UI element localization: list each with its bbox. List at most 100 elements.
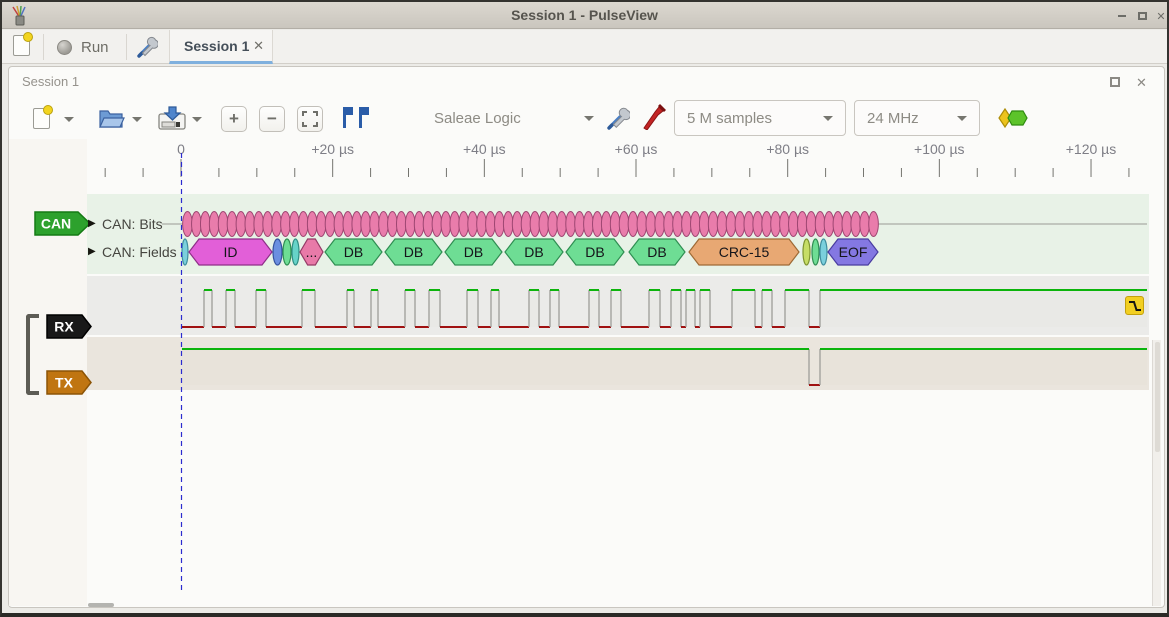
new-file-dropdown-arrow[interactable] [64,117,74,122]
can-bit [548,212,558,237]
application-window: Session 1 - PulseView ✕ Run Session 1 ✕ … [0,0,1169,617]
can-bit [815,212,825,237]
tx-channel-tag[interactable]: TX [46,370,93,395]
rx-wave-pulse [429,290,440,327]
new-session-button[interactable] [13,35,30,56]
can-bit [593,212,603,237]
device-selector-value: Saleae Logic [434,110,521,127]
rx-wave-pulse [671,290,681,327]
can-bit [735,212,745,237]
can-bit [833,212,843,237]
close-icon[interactable]: ✕ [1153,8,1169,24]
horizontal-scrollbar-handle[interactable] [88,603,114,607]
can-bit [664,212,674,237]
sample-rate-combo[interactable]: 24 MHz [854,100,980,136]
can-field [283,239,291,265]
can-bit [637,212,647,237]
can-bit [468,212,478,237]
can-field-label: CRC-15 [719,244,770,260]
new-file-button[interactable] [26,104,56,132]
run-button[interactable]: Run [57,34,109,60]
channels-probe-icon[interactable] [642,104,666,130]
fields-row-expander[interactable]: ▶ [88,246,96,257]
show-cursors-icon[interactable] [340,105,372,131]
new-file-icon [33,108,50,129]
bits-row-expander[interactable]: ▶ [88,218,96,229]
can-bit [316,212,326,237]
rx-channel-tag[interactable]: RX [46,314,93,339]
zoom-out-button[interactable]: − [259,106,285,132]
can-bit [762,212,772,237]
can-bit [566,212,576,237]
trigger-marker-falling-edge-icon[interactable] [1125,296,1144,315]
can-bit [521,212,531,237]
can-field-label: ID [224,244,238,260]
can-bit [851,212,861,237]
can-bit [495,212,505,237]
tab-close-icon[interactable]: ✕ [253,38,264,54]
open-file-icon[interactable] [98,106,126,130]
bits-row-label[interactable]: CAN: Bits [102,216,163,232]
save-file-icon[interactable] [157,105,187,131]
sample-rate-arrow [957,116,967,121]
fields-row-label[interactable]: CAN: Fields [102,244,177,260]
sample-rate-value: 24 MHz [867,110,919,127]
rx-wave-pulse [256,290,266,327]
can-bit [477,212,487,237]
can-bit [459,212,469,237]
can-bit [628,212,638,237]
toolbar-separator [126,34,127,60]
tab-label: Session 1 [184,38,249,54]
rx-wave-pulse [371,290,378,327]
trace-canvas[interactable]: ID...DBDBDBDBDBDBCRC-15EOF [87,138,1149,608]
vertical-scrollbar-handle[interactable] [1155,342,1160,452]
save-file-dropdown-arrow[interactable] [192,117,202,122]
dock-close-icon[interactable]: ✕ [1136,75,1147,91]
can-bit [414,212,424,237]
device-selector[interactable]: Saleae Logic [434,100,594,136]
maximize-icon[interactable] [1134,8,1150,24]
sample-count-combo[interactable]: 5 M samples [674,100,846,136]
can-bit [753,212,763,237]
zoom-fit-button[interactable] [297,106,323,132]
can-field [812,239,819,265]
run-label: Run [81,39,109,56]
can-bit [352,212,362,237]
can-bit [503,212,513,237]
can-bit [699,212,709,237]
decoder-group-tag-label: CAN [41,216,71,232]
device-config-wrench-icon[interactable] [606,106,630,130]
can-bit [272,212,282,237]
new-session-icon [13,35,30,56]
rx-channel-tag-label: RX [54,319,74,335]
can-field [273,239,282,265]
can-bit [610,212,620,237]
tab-session-1[interactable]: Session 1 ✕ [169,30,273,64]
can-bit [209,212,219,237]
run-state-icon [57,40,72,55]
add-decoder-icon[interactable] [998,107,1028,129]
can-bit [396,212,406,237]
rx-wave-pulse [589,290,599,327]
rx-wave-pulse [405,290,415,327]
can-bit [860,212,870,237]
can-field-label: DB [344,244,363,260]
can-bit [325,212,335,237]
dock-float-icon[interactable] [1110,77,1120,87]
vertical-scrollbar[interactable] [1152,340,1161,606]
rx-wave-pulse [732,290,755,327]
can-bit [726,212,736,237]
decoder-group-tag[interactable]: CAN [34,211,92,236]
can-bit [405,212,415,237]
rx-wave-pulse [347,290,354,327]
settings-wrench-icon[interactable] [136,36,158,58]
can-bit [646,212,656,237]
can-bit [869,212,879,237]
zoom-in-button[interactable]: + [221,106,247,132]
open-file-dropdown-arrow[interactable] [132,117,142,122]
minimize-icon[interactable] [1114,8,1130,24]
can-bit [824,212,834,237]
can-bit [619,212,629,237]
rx-wave-pulse [649,290,660,327]
device-selector-arrow [584,116,594,121]
